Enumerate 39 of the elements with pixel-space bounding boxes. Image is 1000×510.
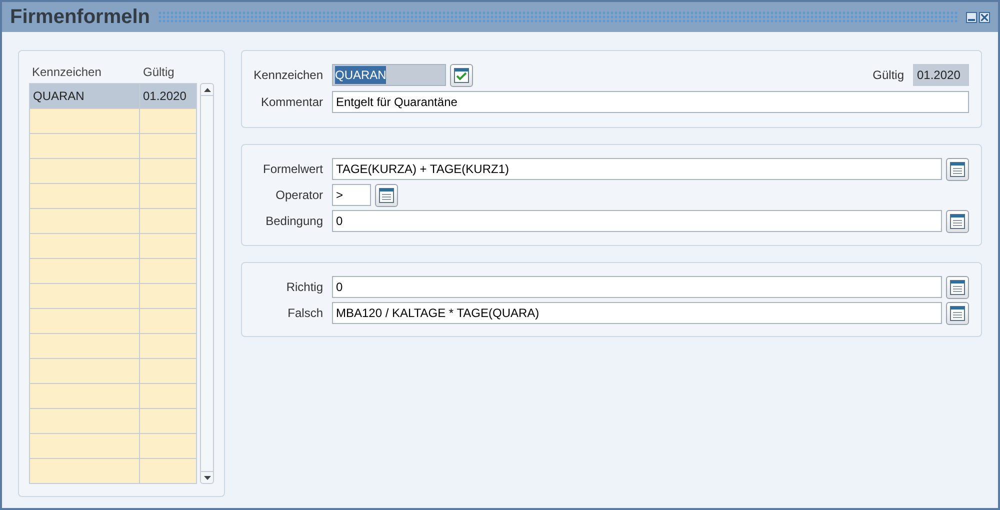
scrollbar[interactable] (200, 83, 214, 484)
field-label: Falsch (286, 305, 324, 322)
field-label: Kommentar (260, 94, 324, 111)
input-field[interactable]: Entgelt für Quarantäne (332, 91, 969, 113)
input-field[interactable]: > (332, 184, 371, 206)
scroll-down-icon (204, 476, 210, 480)
column-header: Kennzeichen (31, 64, 102, 81)
table-cell: 01.2020 (140, 84, 197, 108)
input-field[interactable]: 0 (332, 276, 942, 298)
table-cell: QUARAN (30, 84, 140, 108)
list-icon (950, 162, 965, 176)
lookup-button[interactable] (946, 210, 969, 232)
lookup-button[interactable] (946, 158, 969, 180)
minimize-button[interactable] (966, 12, 977, 22)
list-icon (950, 280, 965, 294)
table-row[interactable]: QUARAN 01.2020 (30, 84, 197, 109)
field-label: Operator (274, 187, 324, 204)
list-icon (950, 214, 965, 228)
input-field[interactable]: QUARAN (332, 64, 446, 86)
lookup-button[interactable] (946, 276, 969, 298)
close-button[interactable] (979, 12, 990, 22)
list-icon (950, 306, 965, 320)
field-label: Bedingung (264, 213, 324, 230)
lookup-button[interactable] (946, 302, 969, 324)
input-field[interactable]: 0 (332, 210, 942, 232)
input-field[interactable]: MBA120 / KALTAGE * TAGE(QUARA) (332, 302, 942, 324)
scroll-up-icon (204, 88, 210, 92)
field-label: Formelwert (262, 161, 324, 178)
field-label: Kennzeichen (252, 67, 324, 84)
lookup-button[interactable] (375, 184, 398, 206)
input-field[interactable]: TAGE(KURZA) + TAGE(KURZ1) (332, 158, 942, 180)
check-button[interactable] (450, 64, 473, 86)
column-header: Gültig (142, 64, 174, 81)
readonly-field: 01.2020 (913, 64, 969, 86)
field-label: Richtig (285, 279, 324, 296)
checkmark-icon (454, 68, 469, 82)
window-title: Firmenformeln (10, 5, 150, 30)
field-label: Gültig (872, 67, 905, 84)
list-icon (379, 188, 394, 202)
